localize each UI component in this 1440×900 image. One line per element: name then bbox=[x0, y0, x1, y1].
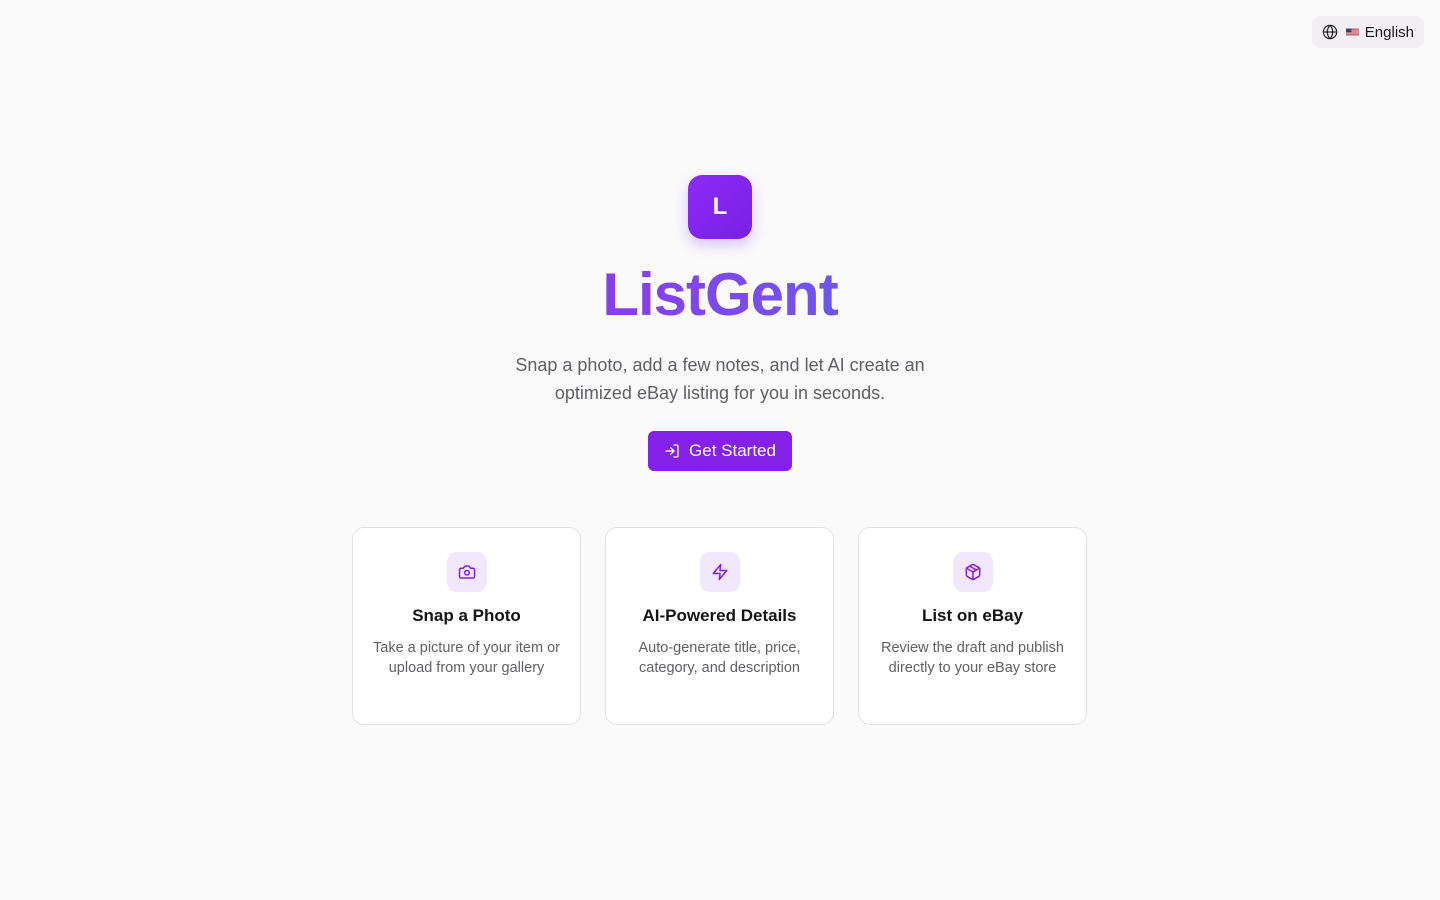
feature-card-snap-photo: Snap a Photo Take a picture of your item… bbox=[352, 527, 581, 725]
get-started-button[interactable]: Get Started bbox=[648, 431, 792, 471]
app-logo: L bbox=[688, 175, 752, 239]
feature-cards: Snap a Photo Take a picture of your item… bbox=[352, 527, 1087, 725]
logo-letter: L bbox=[712, 193, 728, 220]
feature-card-list-ebay: List on eBay Review the draft and publis… bbox=[858, 527, 1087, 725]
feature-description: Auto-generate title, price, category, an… bbox=[638, 640, 801, 676]
feature-description: Review the draft and publish directly to… bbox=[881, 640, 1064, 676]
feature-card-ai-details: AI-Powered Details Auto-generate title, … bbox=[605, 527, 834, 725]
get-started-label: Get Started bbox=[689, 441, 776, 460]
camera-icon bbox=[446, 552, 487, 592]
package-icon bbox=[952, 552, 993, 592]
lightning-icon bbox=[699, 552, 740, 592]
brand-title: ListGent bbox=[602, 259, 838, 331]
us-flag-icon bbox=[1346, 27, 1359, 37]
feature-title: List on eBay bbox=[921, 606, 1024, 625]
log-in-icon bbox=[664, 443, 680, 459]
feature-description: Take a picture of your item or upload fr… bbox=[373, 640, 560, 676]
hero-section: L ListGent Snap a photo, add a few notes… bbox=[0, 175, 1440, 471]
feature-title: AI-Powered Details bbox=[642, 606, 797, 625]
language-switcher[interactable]: English bbox=[1312, 16, 1424, 48]
tagline: Snap a photo, add a few notes, and let A… bbox=[515, 355, 925, 403]
feature-title: Snap a Photo bbox=[412, 606, 521, 625]
globe-icon bbox=[1322, 24, 1338, 40]
language-label: English bbox=[1364, 23, 1414, 41]
